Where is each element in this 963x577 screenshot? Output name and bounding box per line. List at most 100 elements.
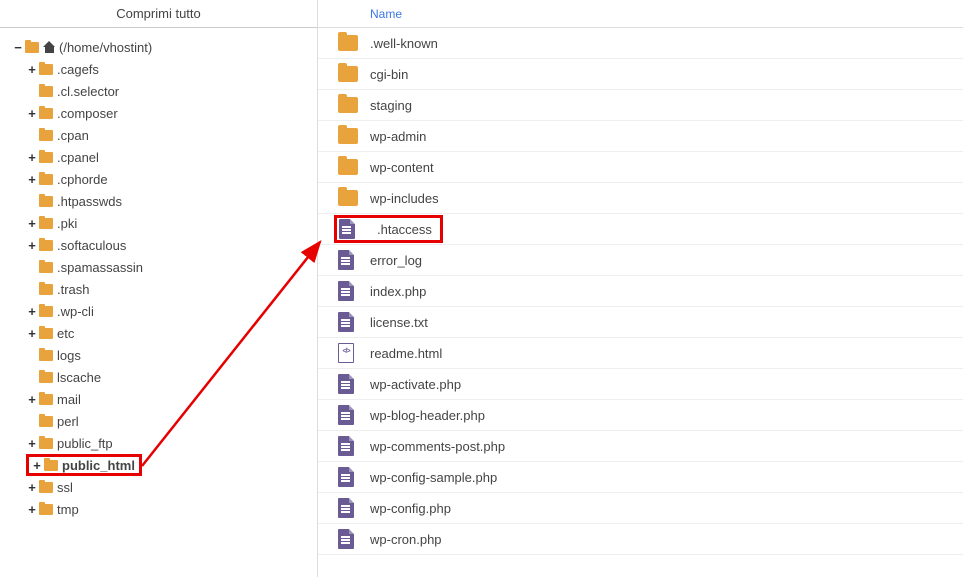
file-row[interactable]: staging <box>318 90 963 121</box>
directory-tree: − (/home/vhostint) +.cagefs .cl.selector +… <box>0 28 317 528</box>
code-file-icon <box>338 343 354 363</box>
document-icon <box>338 436 354 456</box>
folder-icon <box>39 64 53 75</box>
tree-item[interactable]: +.cagefs <box>12 58 313 80</box>
file-row[interactable]: wp-cron.php <box>318 524 963 555</box>
tree-root[interactable]: − (/home/vhostint) <box>12 36 313 58</box>
tree-item-label: perl <box>57 414 79 429</box>
folder-icon <box>39 394 53 405</box>
column-name-header[interactable]: Name <box>370 7 402 21</box>
toggle-icon[interactable]: + <box>26 150 38 165</box>
table-header: Name <box>318 0 963 28</box>
file-name: cgi-bin <box>370 67 408 82</box>
tree-item[interactable]: +public_html <box>12 454 313 476</box>
file-name: .htaccess <box>377 222 432 237</box>
tree-item-label: mail <box>57 392 81 407</box>
collapse-all-button[interactable]: Comprimi tutto <box>0 0 317 28</box>
folder-icon <box>39 416 53 427</box>
file-name: staging <box>370 98 412 113</box>
file-row[interactable]: wp-config.php <box>318 493 963 524</box>
file-name: wp-includes <box>370 191 439 206</box>
file-row[interactable]: .well-known <box>318 28 963 59</box>
toggle-icon[interactable]: + <box>26 172 38 187</box>
tree-item-label: ssl <box>57 480 73 495</box>
tree-item[interactable]: .spamassassin <box>12 256 313 278</box>
tree-item[interactable]: lscache <box>12 366 313 388</box>
tree-item-label: .spamassassin <box>57 260 143 275</box>
toggle-icon[interactable]: + <box>26 238 38 253</box>
tree-item[interactable]: +.wp-cli <box>12 300 313 322</box>
tree-item[interactable]: + mail <box>12 388 313 410</box>
tree-item[interactable]: + ssl <box>12 476 313 498</box>
folder-icon <box>39 152 53 163</box>
tree-item[interactable]: +.composer <box>12 102 313 124</box>
folder-icon <box>39 328 53 339</box>
folder-icon <box>39 196 53 207</box>
file-name: index.php <box>370 284 426 299</box>
file-row[interactable]: error_log <box>318 245 963 276</box>
document-icon <box>338 281 354 301</box>
document-icon <box>338 467 354 487</box>
toggle-icon[interactable]: + <box>26 436 38 451</box>
toggle-icon[interactable]: + <box>26 480 38 495</box>
toggle-icon[interactable]: + <box>26 106 38 121</box>
tree-item-label: tmp <box>57 502 79 517</box>
file-row[interactable]: wp-includes <box>318 183 963 214</box>
document-icon <box>339 219 355 239</box>
file-row[interactable]: .htaccess <box>318 214 963 245</box>
document-icon <box>338 250 354 270</box>
tree-item[interactable]: +.cphorde <box>12 168 313 190</box>
tree-item[interactable]: + tmp <box>12 498 313 520</box>
file-row[interactable]: index.php <box>318 276 963 307</box>
tree-item-label: etc <box>57 326 74 341</box>
file-row[interactable]: wp-content <box>318 152 963 183</box>
file-row[interactable]: wp-blog-header.php <box>318 400 963 431</box>
folder-icon <box>39 438 53 449</box>
folder-icon <box>39 218 53 229</box>
toggle-icon[interactable]: + <box>26 216 38 231</box>
file-name: wp-cron.php <box>370 532 442 547</box>
toggle-icon[interactable]: + <box>26 502 38 517</box>
file-row[interactable]: readme.html <box>318 338 963 369</box>
document-icon <box>338 529 354 549</box>
file-row[interactable]: wp-comments-post.php <box>318 431 963 462</box>
folder-icon <box>39 306 53 317</box>
toggle-icon[interactable]: + <box>26 304 38 319</box>
tree-item[interactable]: + etc <box>12 322 313 344</box>
tree-item[interactable]: +.cpanel <box>12 146 313 168</box>
toggle-icon[interactable]: + <box>26 62 38 77</box>
toggle-icon[interactable]: + <box>26 326 38 341</box>
file-row[interactable]: wp-admin <box>318 121 963 152</box>
toggle-icon[interactable]: − <box>12 40 24 55</box>
tree-item-label: .softaculous <box>57 238 126 253</box>
tree-item[interactable]: .htpasswds <box>12 190 313 212</box>
tree-item[interactable]: + public_ftp <box>12 432 313 454</box>
document-icon <box>338 374 354 394</box>
tree-item-label: public_ftp <box>57 436 113 451</box>
tree-item[interactable]: +.pki <box>12 212 313 234</box>
file-name: readme.html <box>370 346 442 361</box>
toggle-icon[interactable]: + <box>31 458 43 473</box>
file-name: wp-comments-post.php <box>370 439 505 454</box>
tree-item-label: lscache <box>57 370 101 385</box>
tree-item[interactable]: perl <box>12 410 313 432</box>
tree-item[interactable]: .cpan <box>12 124 313 146</box>
folder-icon <box>39 130 53 141</box>
highlighted-file: .htaccess <box>334 215 443 243</box>
tree-item[interactable]: logs <box>12 344 313 366</box>
file-row[interactable]: wp-activate.php <box>318 369 963 400</box>
file-row[interactable]: wp-config-sample.php <box>318 462 963 493</box>
folder-icon <box>39 262 53 273</box>
file-row[interactable]: license.txt <box>318 307 963 338</box>
folder-icon <box>338 35 358 51</box>
file-row[interactable]: cgi-bin <box>318 59 963 90</box>
toggle-icon[interactable]: + <box>26 392 38 407</box>
tree-item-label: .cl.selector <box>57 84 119 99</box>
file-list-panel: Name .well-knowncgi-binstagingwp-adminwp… <box>318 0 963 577</box>
tree-item[interactable]: .cl.selector <box>12 80 313 102</box>
tree-item[interactable]: + .softaculous <box>12 234 313 256</box>
file-name: wp-config-sample.php <box>370 470 497 485</box>
tree-item[interactable]: .trash <box>12 278 313 300</box>
folder-icon <box>39 86 53 97</box>
file-name: wp-config.php <box>370 501 451 516</box>
